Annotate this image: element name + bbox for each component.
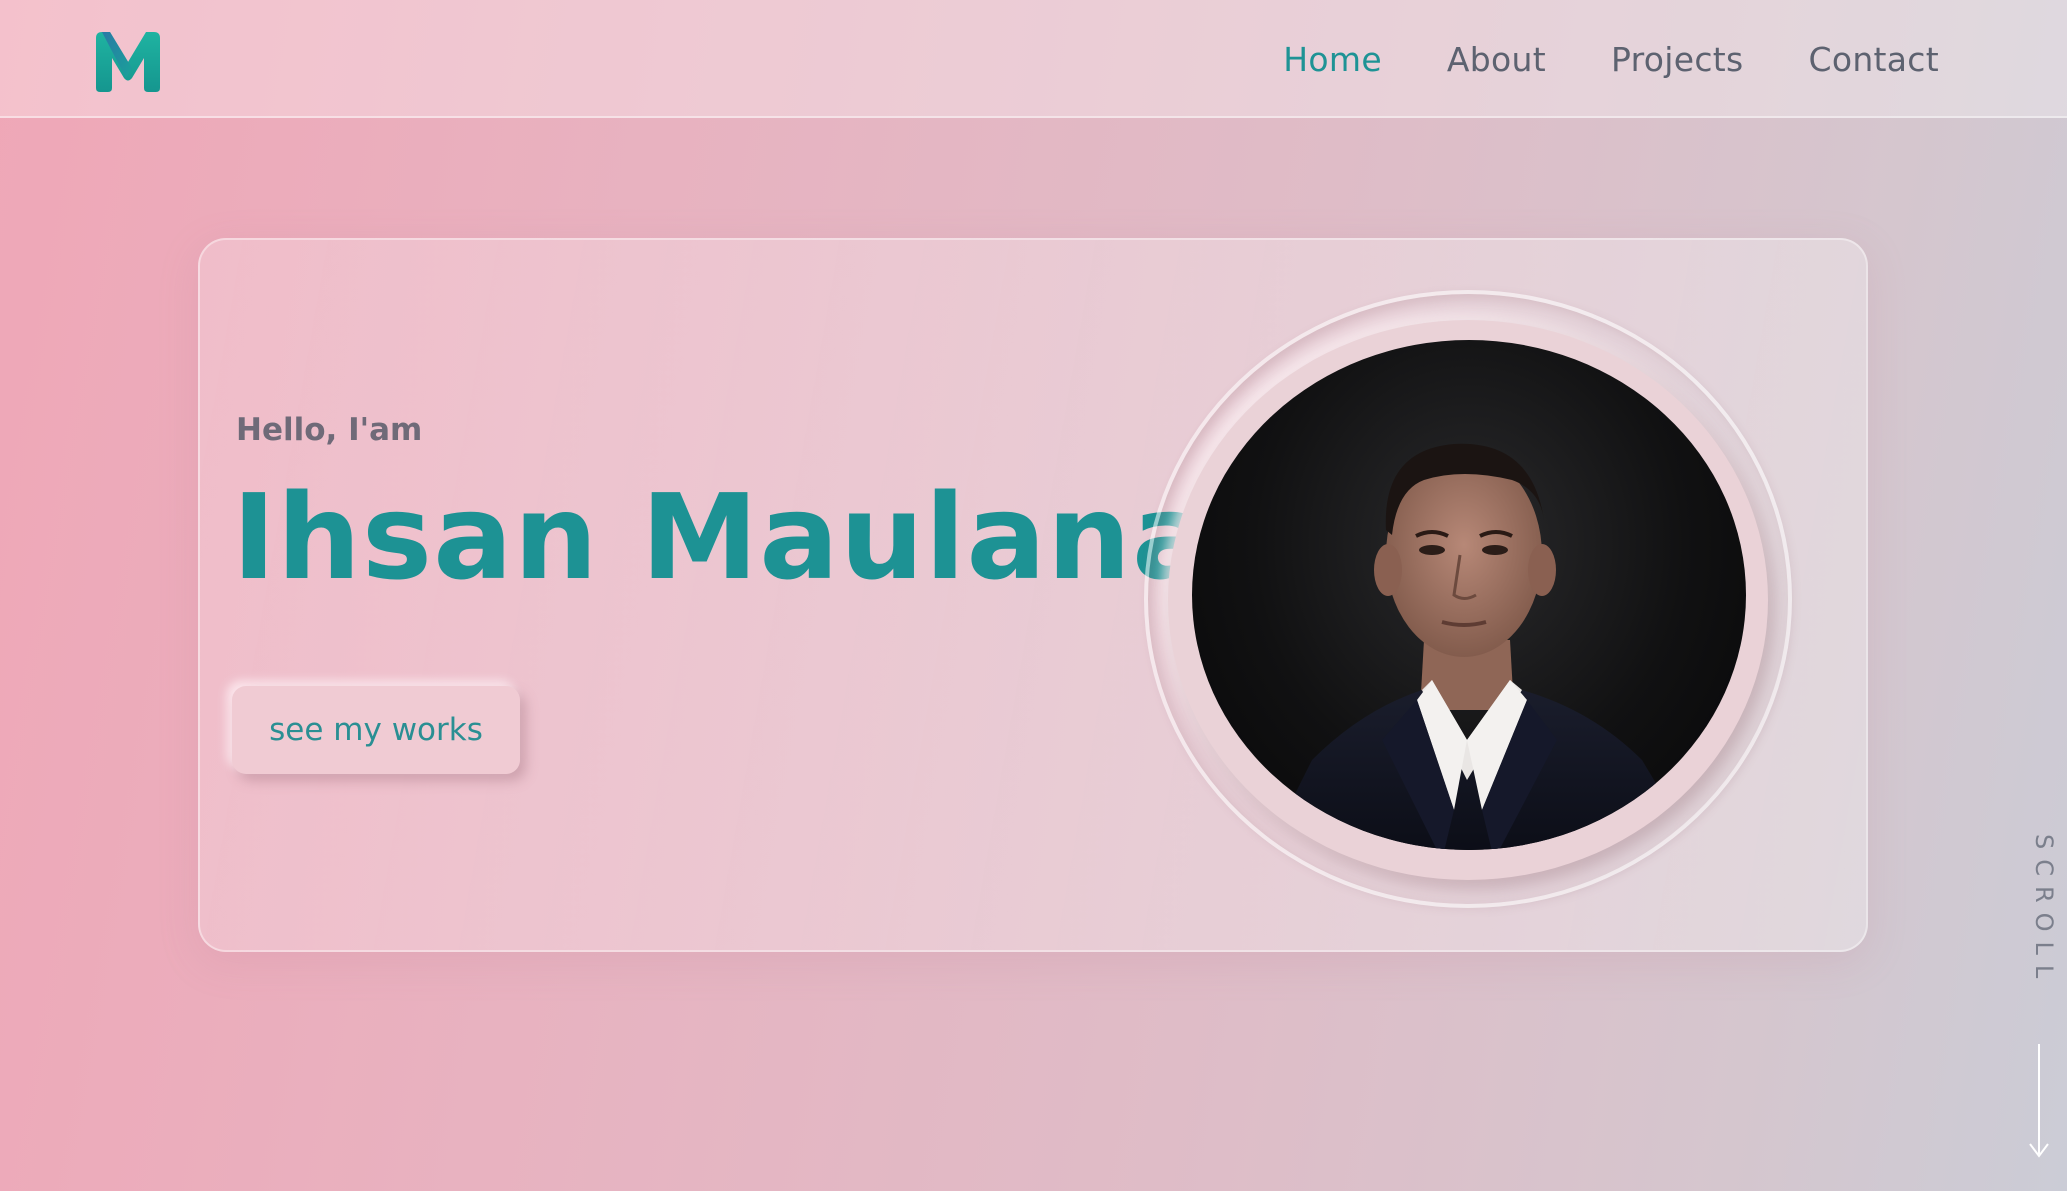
- person-portrait-icon: [1267, 443, 1696, 850]
- arrow-down-icon[interactable]: [2024, 1042, 2054, 1162]
- main-nav: Home About Projects Contact: [1283, 0, 1939, 118]
- hero-card: Hello, I'am Ihsan Maulana see my works: [198, 238, 1868, 952]
- logo-icon[interactable]: [92, 28, 164, 94]
- top-navbar: Home About Projects Contact: [0, 0, 2067, 118]
- see-my-works-button[interactable]: see my works: [232, 686, 520, 774]
- hero-name: Ihsan Maulana: [232, 468, 1213, 606]
- nav-link-projects[interactable]: Projects: [1611, 40, 1744, 79]
- nav-link-contact[interactable]: Contact: [1809, 40, 1940, 79]
- nav-link-about[interactable]: About: [1447, 40, 1546, 79]
- nav-link-home[interactable]: Home: [1283, 40, 1382, 79]
- hero-greeting: Hello, I'am: [236, 412, 423, 448]
- scroll-label: SCROLL: [2030, 834, 2058, 989]
- profile-photo: [1192, 340, 1746, 850]
